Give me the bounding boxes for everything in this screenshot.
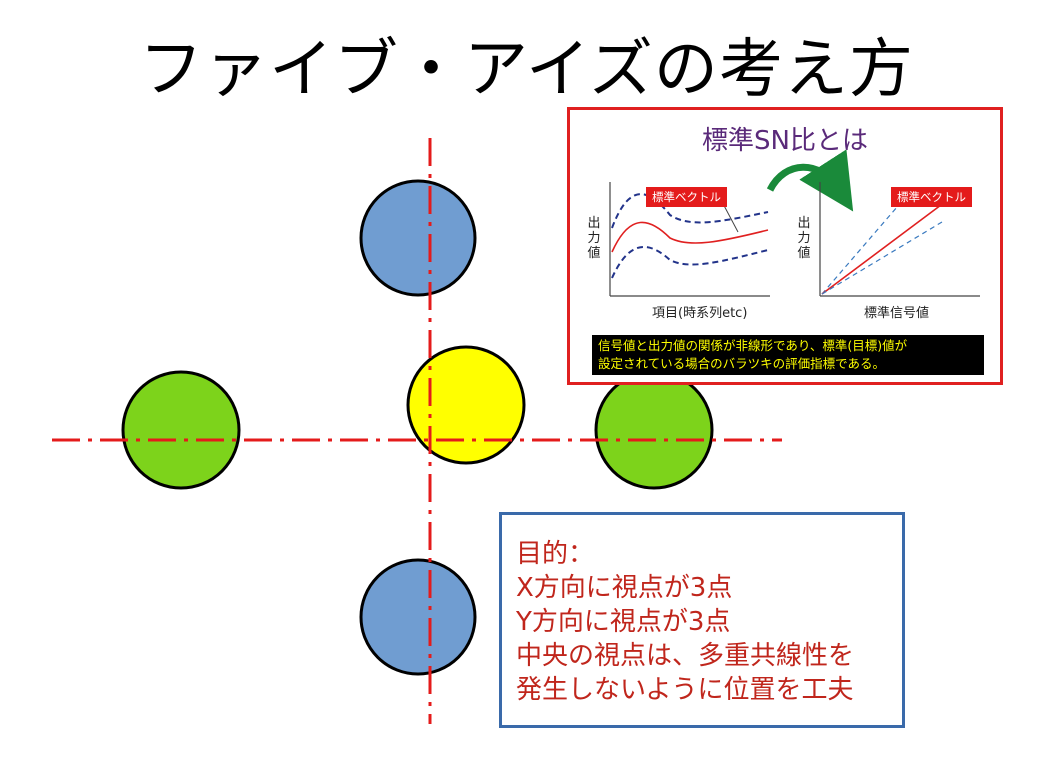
sn-panel-title: 標準SN比とは: [702, 126, 868, 156]
right-chart-center-line: [821, 201, 946, 295]
left-chart-x-label: 項目(時系列etc): [652, 306, 748, 321]
left-chart-y-label: 出力値: [587, 216, 601, 261]
center-viewpoint-circle: [406, 345, 526, 465]
standard-sn-ratio-panel: 標準SN比とは 標準ベクトル 出力値 項目(時系列etc) 標準ベクトル 出力値…: [567, 107, 1003, 385]
purpose-line-position: 発生しないように位置を工夫: [516, 675, 854, 705]
sn-note-line-2: 設定されている場合のバラツキの評価指標である。: [598, 356, 886, 371]
right-chart-tag: 標準ベクトル: [891, 187, 972, 207]
top-viewpoint-circle: [359, 179, 477, 297]
sn-definition-note: 信号値と出力値の関係が非線形であり、標準(目標)値が 設定されている場合のバラツ…: [592, 335, 984, 375]
right-chart-upper-band: [821, 191, 911, 295]
right-chart-x-label: 標準信号値: [864, 306, 930, 321]
sn-note-line-1: 信号値と出力値の関係が非線形であり、標準(目標)値が: [598, 338, 908, 353]
purpose-heading: 目的：: [516, 539, 595, 569]
transition-arrow: [766, 149, 854, 212]
purpose-line-center: 中央の視点は、多重共線性を: [516, 641, 855, 671]
purpose-line-y: Y方向に視点が3点: [516, 607, 731, 637]
left-viewpoint-circle: [121, 370, 241, 490]
purpose-line-x: X方向に視点が3点: [516, 573, 733, 603]
right-chart-y-label: 出力値: [797, 216, 811, 261]
left-chart-lower-band: [611, 246, 769, 279]
right-viewpoint-circle: [594, 370, 714, 490]
left-chart-tag: 標準ベクトル: [646, 187, 727, 207]
right-chart-lower-band: [821, 221, 943, 295]
left-chart-center-curve: [611, 221, 769, 253]
purpose-box: 目的： X方向に視点が3点 Y方向に視点が3点 中央の視点は、多重共線性を 発生…: [499, 512, 905, 728]
bottom-viewpoint-circle: [359, 558, 477, 676]
